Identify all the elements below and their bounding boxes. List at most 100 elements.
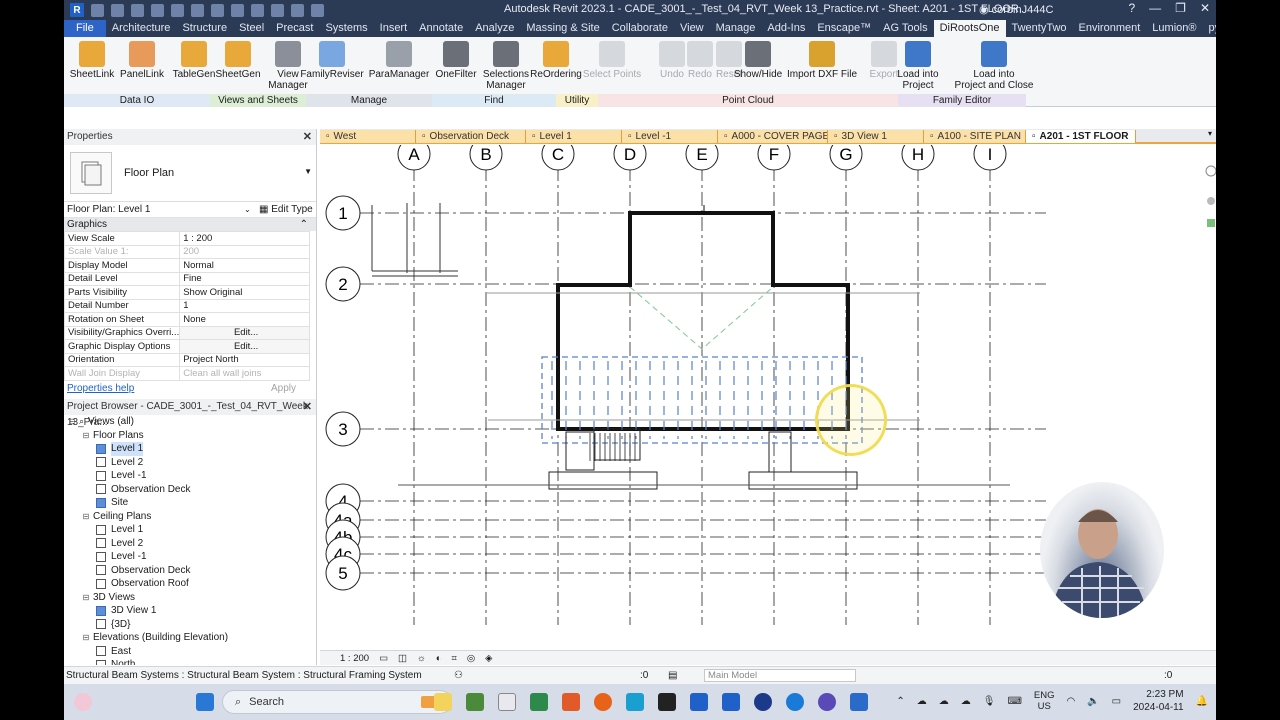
- paramanager-tool[interactable]: ParaManager: [369, 41, 429, 80]
- browser-view-item[interactable]: Level 2: [64, 456, 316, 470]
- browser-view-item[interactable]: Observation Roof: [64, 577, 316, 591]
- wifi-icon[interactable]: ◠: [1066, 696, 1075, 707]
- worksets-icon[interactable]: ⚇: [454, 670, 463, 681]
- grid-bubble-3[interactable]: 3: [325, 411, 361, 447]
- design-options-icon[interactable]: ▤: [668, 670, 677, 681]
- property-row[interactable]: Graphic Display Options Edit...: [64, 339, 310, 354]
- view-tab[interactable]: ▫ A100 - SITE PLAN: [924, 130, 1026, 143]
- app-icon-blue[interactable]: [626, 693, 644, 711]
- edit-button[interactable]: Edit...: [179, 325, 310, 340]
- instance-filter[interactable]: Floor Plan: Level 1 ⌄ ▦ Edit Type: [64, 202, 316, 218]
- ribbon-tab-steel[interactable]: Steel: [233, 20, 270, 37]
- ribbon-tab-insert[interactable]: Insert: [374, 20, 414, 37]
- property-row[interactable]: View Scale 1 : 200: [64, 231, 310, 246]
- properties-help-link[interactable]: Properties help: [67, 383, 134, 394]
- view-scale[interactable]: 1 : 200: [340, 653, 369, 664]
- grid-bubble-H[interactable]: H: [901, 145, 935, 171]
- tree-toggle-icon[interactable]: ⊟: [82, 510, 90, 524]
- browser-view-item[interactable]: East: [64, 645, 316, 659]
- browser-view-item[interactable]: Level 2: [64, 537, 316, 551]
- grid-bubble-5[interactable]: 5: [325, 555, 361, 591]
- revit-logo-icon[interactable]: R: [70, 3, 84, 17]
- measure-icon[interactable]: [211, 3, 224, 17]
- browser-group[interactable]: ⊟ 3D Views: [64, 591, 316, 605]
- ribbon-tab-annotate[interactable]: Annotate: [413, 20, 469, 37]
- tree-toggle-icon[interactable]: ⊟: [82, 591, 90, 605]
- explorer-icon[interactable]: [498, 693, 516, 711]
- property-row[interactable]: Display Model Normal: [64, 258, 310, 273]
- browser-group[interactable]: ⊟ Elevations (Building Elevation): [64, 631, 316, 645]
- browser-view-item[interactable]: {3D}: [64, 618, 316, 632]
- graphics-section[interactable]: Graphics ⌃: [64, 218, 316, 231]
- browser-view-item[interactable]: Level 1: [64, 523, 316, 537]
- close-properties-icon[interactable]: ✕: [303, 129, 312, 145]
- view-tab[interactable]: ▫A201 - 1ST FLOOR ✕: [1026, 130, 1136, 143]
- taskbar-search[interactable]: ⌕ Search: [222, 690, 452, 714]
- show-hidden-icons[interactable]: ⌃: [896, 696, 904, 707]
- sheetlink-tool[interactable]: SheetLink: [68, 41, 116, 80]
- notion-icon[interactable]: [658, 693, 676, 711]
- browser-group[interactable]: ⊟ Ceiling Plans: [64, 510, 316, 524]
- active-workset[interactable]: Main Model: [704, 669, 856, 682]
- microphone-icon[interactable]: 🎙: [983, 696, 996, 707]
- ribbon-tab-systems[interactable]: Systems: [319, 20, 373, 37]
- grid-bubble-E[interactable]: E: [685, 145, 719, 171]
- view-tab[interactable]: ▫ West: [320, 130, 416, 143]
- view-tab[interactable]: ▫ Level 1: [526, 130, 622, 143]
- property-row[interactable]: Scale Value 1: 200: [64, 244, 310, 259]
- ribbon-tab-file[interactable]: File: [64, 20, 106, 37]
- ribbon-tab-twentytwo[interactable]: TwentyTwo: [1006, 20, 1073, 37]
- close-tab-icon[interactable]: ✕: [1134, 131, 1135, 142]
- ribbon-tab-enscape-[interactable]: Enscape™: [811, 20, 877, 37]
- grid-bubble-1[interactable]: 1: [325, 195, 361, 231]
- sheetgen-tool[interactable]: SheetGen: [214, 41, 262, 80]
- grid-bubble-A[interactable]: A: [397, 145, 431, 171]
- language-indicator[interactable]: ENG US: [1034, 690, 1055, 712]
- section-icon[interactable]: [271, 3, 284, 17]
- ribbon-tab-pyrevit[interactable]: pyRevit: [1202, 20, 1216, 37]
- ribbon-tab-lumion-[interactable]: Lumion®: [1146, 20, 1202, 37]
- crop-view-icon[interactable]: ⌗: [452, 653, 457, 664]
- ribbon-tab-manage[interactable]: Manage: [710, 20, 762, 37]
- recorder-icon[interactable]: [818, 693, 836, 711]
- browser-view-item[interactable]: Level -1: [64, 550, 316, 564]
- property-row[interactable]: Orientation Project North: [64, 352, 310, 367]
- weather-icon[interactable]: [74, 693, 92, 711]
- tablegen-tool[interactable]: TableGen: [170, 41, 218, 80]
- property-row[interactable]: Wall Join Display Clean all wall joins: [64, 366, 310, 381]
- print-icon[interactable]: [191, 3, 204, 17]
- ribbon-tab-dirootsone[interactable]: DiRootsOne: [933, 20, 1006, 37]
- select-points-tool[interactable]: Select Points: [583, 41, 641, 80]
- start-icon[interactable]: [196, 693, 214, 711]
- panellink-tool[interactable]: PanelLink: [118, 41, 166, 80]
- selections-manager-tool[interactable]: Selections Manager: [482, 41, 530, 91]
- visual-style-icon[interactable]: ◫: [398, 653, 407, 664]
- view-tab[interactable]: ▫ 3D View 1: [828, 130, 924, 143]
- apply-button[interactable]: Apply: [271, 383, 296, 394]
- app-icon-green[interactable]: [530, 693, 548, 711]
- edge-icon[interactable]: [786, 693, 804, 711]
- save-icon[interactable]: [111, 3, 124, 17]
- view-tab[interactable]: ▫ A000 - COVER PAGE: [718, 130, 828, 143]
- view-tab[interactable]: ▫ Observation Deck: [416, 130, 526, 143]
- collapse-icon[interactable]: ⌃: [300, 218, 308, 231]
- familyreviser-tool[interactable]: FamilyReviser: [300, 41, 364, 80]
- sun-path-icon[interactable]: ☼: [417, 653, 426, 664]
- browser-view-item[interactable]: Level 1: [64, 442, 316, 456]
- type-selector[interactable]: Floor Plan ▼: [64, 145, 316, 202]
- undo-icon[interactable]: [151, 3, 164, 17]
- ribbon-tab-structure[interactable]: Structure: [176, 20, 233, 37]
- tab-menu-icon[interactable]: ▾: [1208, 129, 1212, 142]
- cloud-icon[interactable]: ☁: [939, 696, 949, 707]
- ribbon-tab-add-ins[interactable]: Add-Ins: [761, 20, 811, 37]
- clock[interactable]: 2:23 PM 2024-04-11: [1133, 688, 1183, 714]
- edit-button[interactable]: Edit...: [179, 339, 310, 354]
- battery-icon[interactable]: ▭: [1112, 696, 1121, 707]
- open-icon[interactable]: [91, 3, 104, 17]
- browser-view-item[interactable]: Site: [64, 496, 316, 510]
- grid-bubble-2[interactable]: 2: [325, 266, 361, 302]
- restore-button[interactable]: ❐: [1175, 1, 1186, 15]
- firefox-icon[interactable]: [594, 693, 612, 711]
- notifications-icon[interactable]: 🔔: [1196, 696, 1208, 707]
- ribbon-tab-precast[interactable]: Precast: [270, 20, 319, 37]
